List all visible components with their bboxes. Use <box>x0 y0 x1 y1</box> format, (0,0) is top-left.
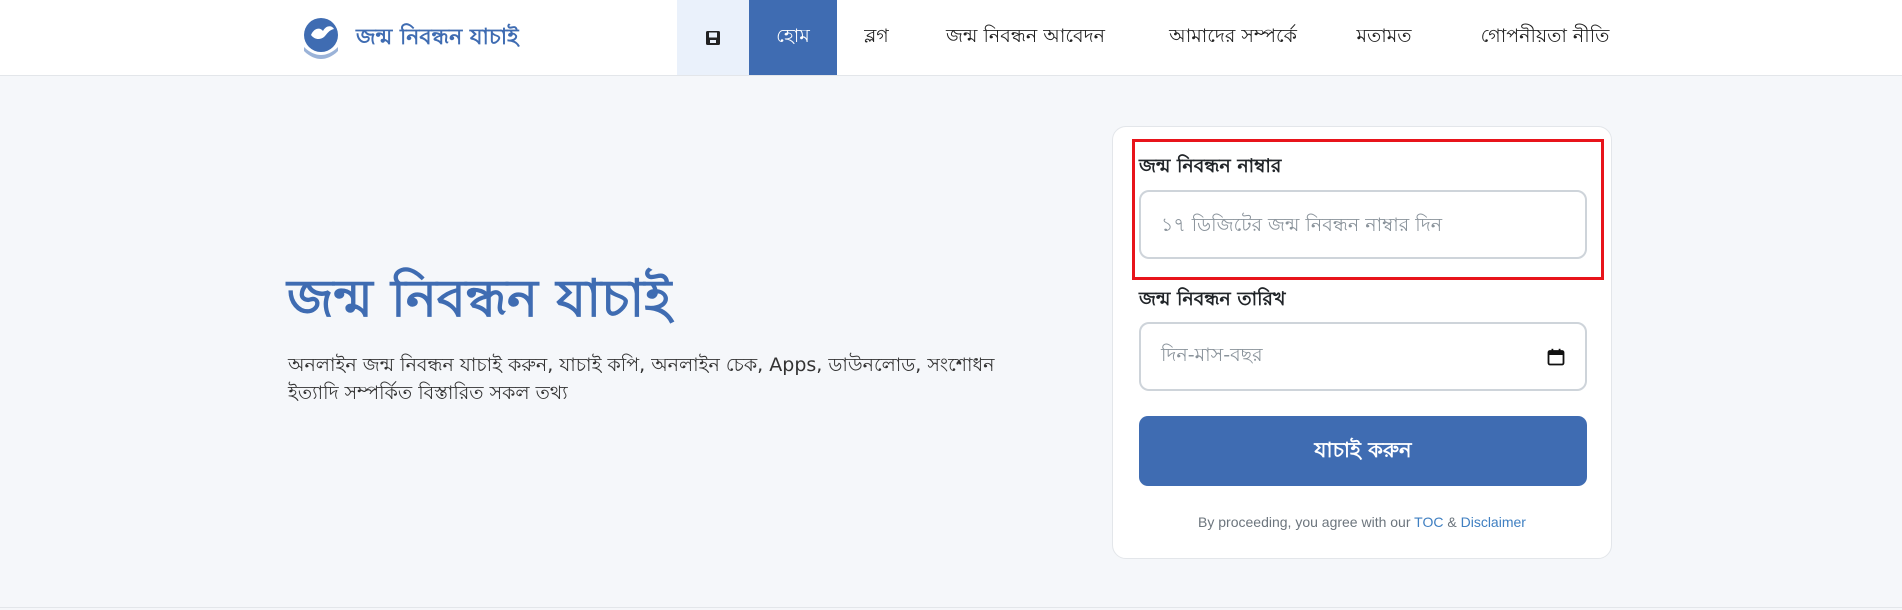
main-nav: হোম ব্লগ জন্ম নিবন্ধন আবেদন আমাদের সম্পর… <box>677 0 1653 75</box>
nav-blog[interactable]: ব্লগ <box>837 0 916 75</box>
site-header: জন্ম নিবন্ধন যাচাই হোম ব্লগ জন্ম নিবন্ধন… <box>0 0 1902 76</box>
nav-about-us[interactable]: আমাদের সম্পর্কে <box>1135 0 1331 75</box>
brand-name: জন্ম নিবন্ধন যাচাই <box>356 24 519 50</box>
nav-home[interactable]: হোম <box>749 0 837 75</box>
brand-link[interactable]: জন্ম নিবন্ধন যাচাই <box>296 12 519 64</box>
save-icon <box>706 30 720 45</box>
verify-button[interactable]: যাচাই করুন <box>1139 416 1587 486</box>
birth-registration-date-label: জন্ম নিবন্ধন তারিখ <box>1139 288 1286 310</box>
disclaimer-link[interactable]: Disclaimer <box>1461 514 1526 530</box>
nav-opinion[interactable]: মতামত <box>1331 0 1437 75</box>
terms-and: & <box>1447 514 1457 530</box>
dove-hands-logo <box>304 18 338 59</box>
nav-privacy-policy[interactable]: গোপনীয়তা নীতি <box>1437 0 1653 75</box>
date-placeholder: দিন-মাস-বছর <box>1161 343 1263 366</box>
section-divider <box>0 607 1902 608</box>
nav-birth-registration-apply[interactable]: জন্ম নিবন্ধন আবেদন <box>916 0 1135 75</box>
hero-description: অনলাইন জন্ম নিবন্ধন যাচাই করুন, যাচাই কপ… <box>288 354 995 404</box>
nav-save-button[interactable] <box>677 0 749 75</box>
hero-title: জন্ম নিবন্ধন যাচাই <box>287 269 672 329</box>
birth-registration-number-label: জন্ম নিবন্ধন নাম্বার <box>1139 155 1282 177</box>
terms-prefix: By proceeding, you agree with our <box>1198 514 1411 530</box>
birth-registration-number-input[interactable] <box>1139 190 1587 259</box>
terms-notice: By proceeding, you agree with our TOC & … <box>1112 514 1612 530</box>
calendar-icon[interactable] <box>1547 348 1565 366</box>
birth-date-input[interactable]: দিন-মাস-বছর <box>1139 322 1587 391</box>
toc-link[interactable]: TOC <box>1414 514 1443 530</box>
